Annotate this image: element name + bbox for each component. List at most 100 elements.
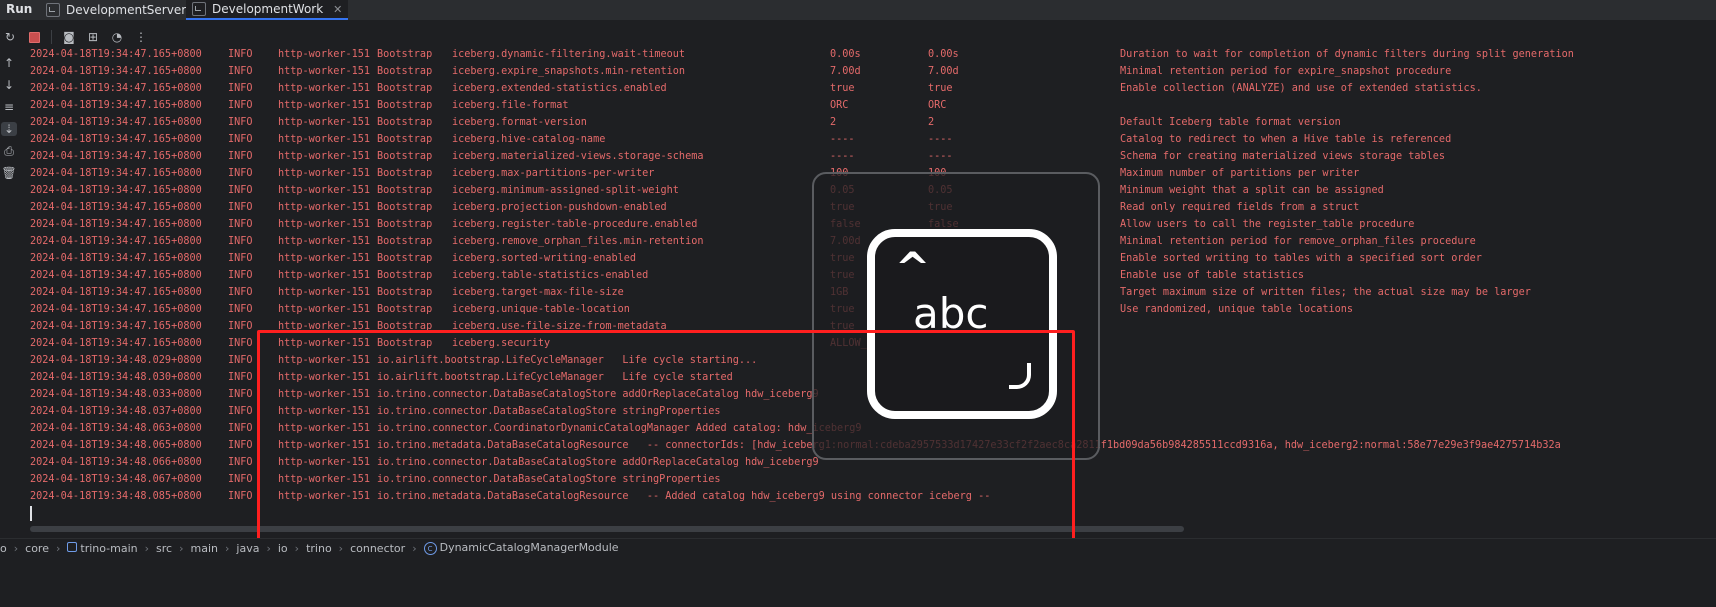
tab-label: DevelopmentServer bbox=[66, 3, 187, 17]
log-level: INFO bbox=[228, 100, 253, 111]
log-level: INFO bbox=[228, 491, 253, 502]
log-timestamp: 2024-04-18T19:34:47.165+0800 bbox=[30, 49, 202, 60]
config-description: Catalog to redirect to when a Hive table… bbox=[1120, 134, 1452, 145]
log-logger: Bootstrap bbox=[377, 202, 433, 213]
log-timestamp: 2024-04-18T19:34:48.037+0800 bbox=[30, 406, 202, 417]
log-logger: Bootstrap bbox=[377, 270, 433, 281]
log-thread: http-worker-151 bbox=[278, 253, 371, 264]
chevron-right-icon: › bbox=[13, 541, 19, 555]
log-logger: Bootstrap bbox=[377, 134, 433, 145]
log-level: INFO bbox=[228, 253, 253, 264]
breadcrumb-item[interactable]: connector bbox=[350, 542, 405, 555]
log-timestamp: 2024-04-18T19:34:48.067+0800 bbox=[30, 474, 202, 485]
log-level: INFO bbox=[228, 236, 253, 247]
log-level: INFO bbox=[228, 321, 253, 332]
config-description: Duration to wait for completion of dynam… bbox=[1120, 49, 1574, 60]
export-icon[interactable]: ⊞ bbox=[86, 30, 100, 44]
log-thread: http-worker-151 bbox=[278, 270, 371, 281]
log-timestamp: 2024-04-18T19:34:47.165+0800 bbox=[30, 66, 202, 77]
config-current: 7.00d bbox=[928, 66, 959, 77]
config-property: iceberg.extended-statistics.enabled bbox=[452, 83, 667, 94]
run-title: Run bbox=[6, 2, 33, 16]
log-thread: http-worker-151 bbox=[278, 117, 371, 128]
config-current: ---- bbox=[928, 151, 953, 162]
breadcrumb-item[interactable]: o bbox=[0, 542, 7, 555]
chevron-right-icon: › bbox=[55, 541, 61, 555]
config-description: Maximum number of partitions per writer bbox=[1120, 168, 1360, 179]
config-default: ORC bbox=[830, 100, 849, 111]
text-cursor bbox=[30, 506, 32, 521]
log-timestamp: 2024-04-18T19:34:47.165+0800 bbox=[30, 338, 202, 349]
log-level: INFO bbox=[228, 185, 253, 196]
log-logger: Bootstrap bbox=[377, 236, 433, 247]
log-level: INFO bbox=[228, 423, 253, 434]
log-logger: Bootstrap bbox=[377, 253, 433, 264]
log-thread: http-worker-151 bbox=[278, 100, 371, 111]
scroll-to-end-icon[interactable]: ⇣ bbox=[1, 122, 17, 136]
log-level: INFO bbox=[228, 389, 253, 400]
config-description: Read only required fields from a struct bbox=[1120, 202, 1360, 213]
rerun-icon[interactable]: ↻ bbox=[3, 30, 17, 44]
log-level: INFO bbox=[228, 474, 253, 485]
log-thread: http-worker-151 bbox=[278, 134, 371, 145]
log-thread: http-worker-151 bbox=[278, 83, 371, 94]
config-description: Minimal retention period for expire_snap… bbox=[1120, 66, 1452, 77]
config-property: iceberg.table-statistics-enabled bbox=[452, 270, 649, 281]
log-thread: http-worker-151 bbox=[278, 287, 371, 298]
chevron-right-icon: › bbox=[179, 541, 184, 555]
log-level: INFO bbox=[228, 406, 253, 417]
config-default: ---- bbox=[830, 151, 855, 162]
console-side-toolbar: ↑ ↓ ≡ ⇣ ⎙ 🗑 bbox=[0, 56, 18, 536]
log-timestamp: 2024-04-18T19:34:47.165+0800 bbox=[30, 117, 202, 128]
scroll-down-icon[interactable]: ↓ bbox=[1, 78, 17, 92]
camera-icon[interactable]: ◙ bbox=[62, 30, 76, 44]
log-logger: Bootstrap bbox=[377, 304, 433, 315]
breadcrumb: o › core › trino-main › src › main › jav… bbox=[0, 538, 1716, 557]
log-timestamp: 2024-04-18T19:34:47.165+0800 bbox=[30, 202, 202, 213]
config-property: iceberg.unique-table-location bbox=[452, 304, 630, 315]
breadcrumb-item[interactable]: src bbox=[156, 542, 172, 555]
log-logger: Bootstrap bbox=[377, 168, 433, 179]
more-icon[interactable]: ⋮ bbox=[134, 30, 148, 44]
config-description: Schema for creating materialized views s… bbox=[1120, 151, 1446, 162]
breadcrumb-item[interactable]: java bbox=[236, 542, 259, 555]
log-logger: Bootstrap bbox=[377, 185, 433, 196]
chevron-right-icon: › bbox=[144, 541, 150, 555]
module-icon bbox=[67, 541, 78, 552]
breadcrumb-module[interactable]: trino-main bbox=[67, 541, 138, 555]
log-timestamp: 2024-04-18T19:34:48.085+0800 bbox=[30, 491, 202, 502]
config-property: iceberg.file-format bbox=[452, 100, 569, 111]
breadcrumb-item[interactable]: main bbox=[191, 542, 218, 555]
log-timestamp: 2024-04-18T19:34:47.165+0800 bbox=[30, 83, 202, 94]
breadcrumb-item[interactable]: core bbox=[25, 542, 49, 555]
config-description: Default Iceberg table format version bbox=[1120, 117, 1341, 128]
breadcrumb-item[interactable]: io bbox=[278, 542, 288, 555]
speed-icon[interactable]: ◔ bbox=[110, 30, 124, 44]
highlight-annotation-box bbox=[257, 330, 1075, 546]
breadcrumb-item[interactable]: trino bbox=[306, 542, 332, 555]
soft-wrap-icon[interactable]: ≡ bbox=[1, 100, 17, 114]
breadcrumb-class[interactable]: C DynamicCatalogManagerModule bbox=[423, 541, 619, 556]
config-property: iceberg.materialized-views.storage-schem… bbox=[452, 151, 704, 162]
log-timestamp: 2024-04-18T19:34:48.063+0800 bbox=[30, 423, 202, 434]
config-description: Enable use of table statistics bbox=[1120, 270, 1305, 281]
log-level: INFO bbox=[228, 372, 253, 383]
tab-development-work[interactable]: DevelopmentWork ✕ bbox=[186, 0, 349, 20]
toolbar-divider bbox=[51, 30, 52, 44]
chevron-right-icon: › bbox=[225, 541, 230, 555]
trash-icon[interactable]: 🗑 bbox=[1, 166, 17, 180]
breadcrumb-item: trino-main bbox=[80, 541, 138, 555]
log-timestamp: 2024-04-18T19:34:47.165+0800 bbox=[30, 219, 202, 230]
log-logger: Bootstrap bbox=[377, 151, 433, 162]
config-default: 7.00d bbox=[830, 66, 861, 77]
scroll-up-icon[interactable]: ↑ bbox=[1, 56, 17, 70]
log-thread: http-worker-151 bbox=[278, 219, 371, 230]
print-icon[interactable]: ⎙ bbox=[1, 144, 17, 158]
log-timestamp: 2024-04-18T19:34:47.165+0800 bbox=[30, 270, 202, 281]
chevron-right-icon: › bbox=[294, 541, 300, 555]
stop-icon[interactable] bbox=[27, 30, 41, 44]
log-level: INFO bbox=[228, 355, 253, 366]
log-timestamp: 2024-04-18T19:34:47.165+0800 bbox=[30, 287, 202, 298]
log-thread: http-worker-151 bbox=[278, 202, 371, 213]
close-icon[interactable]: ✕ bbox=[333, 3, 342, 16]
